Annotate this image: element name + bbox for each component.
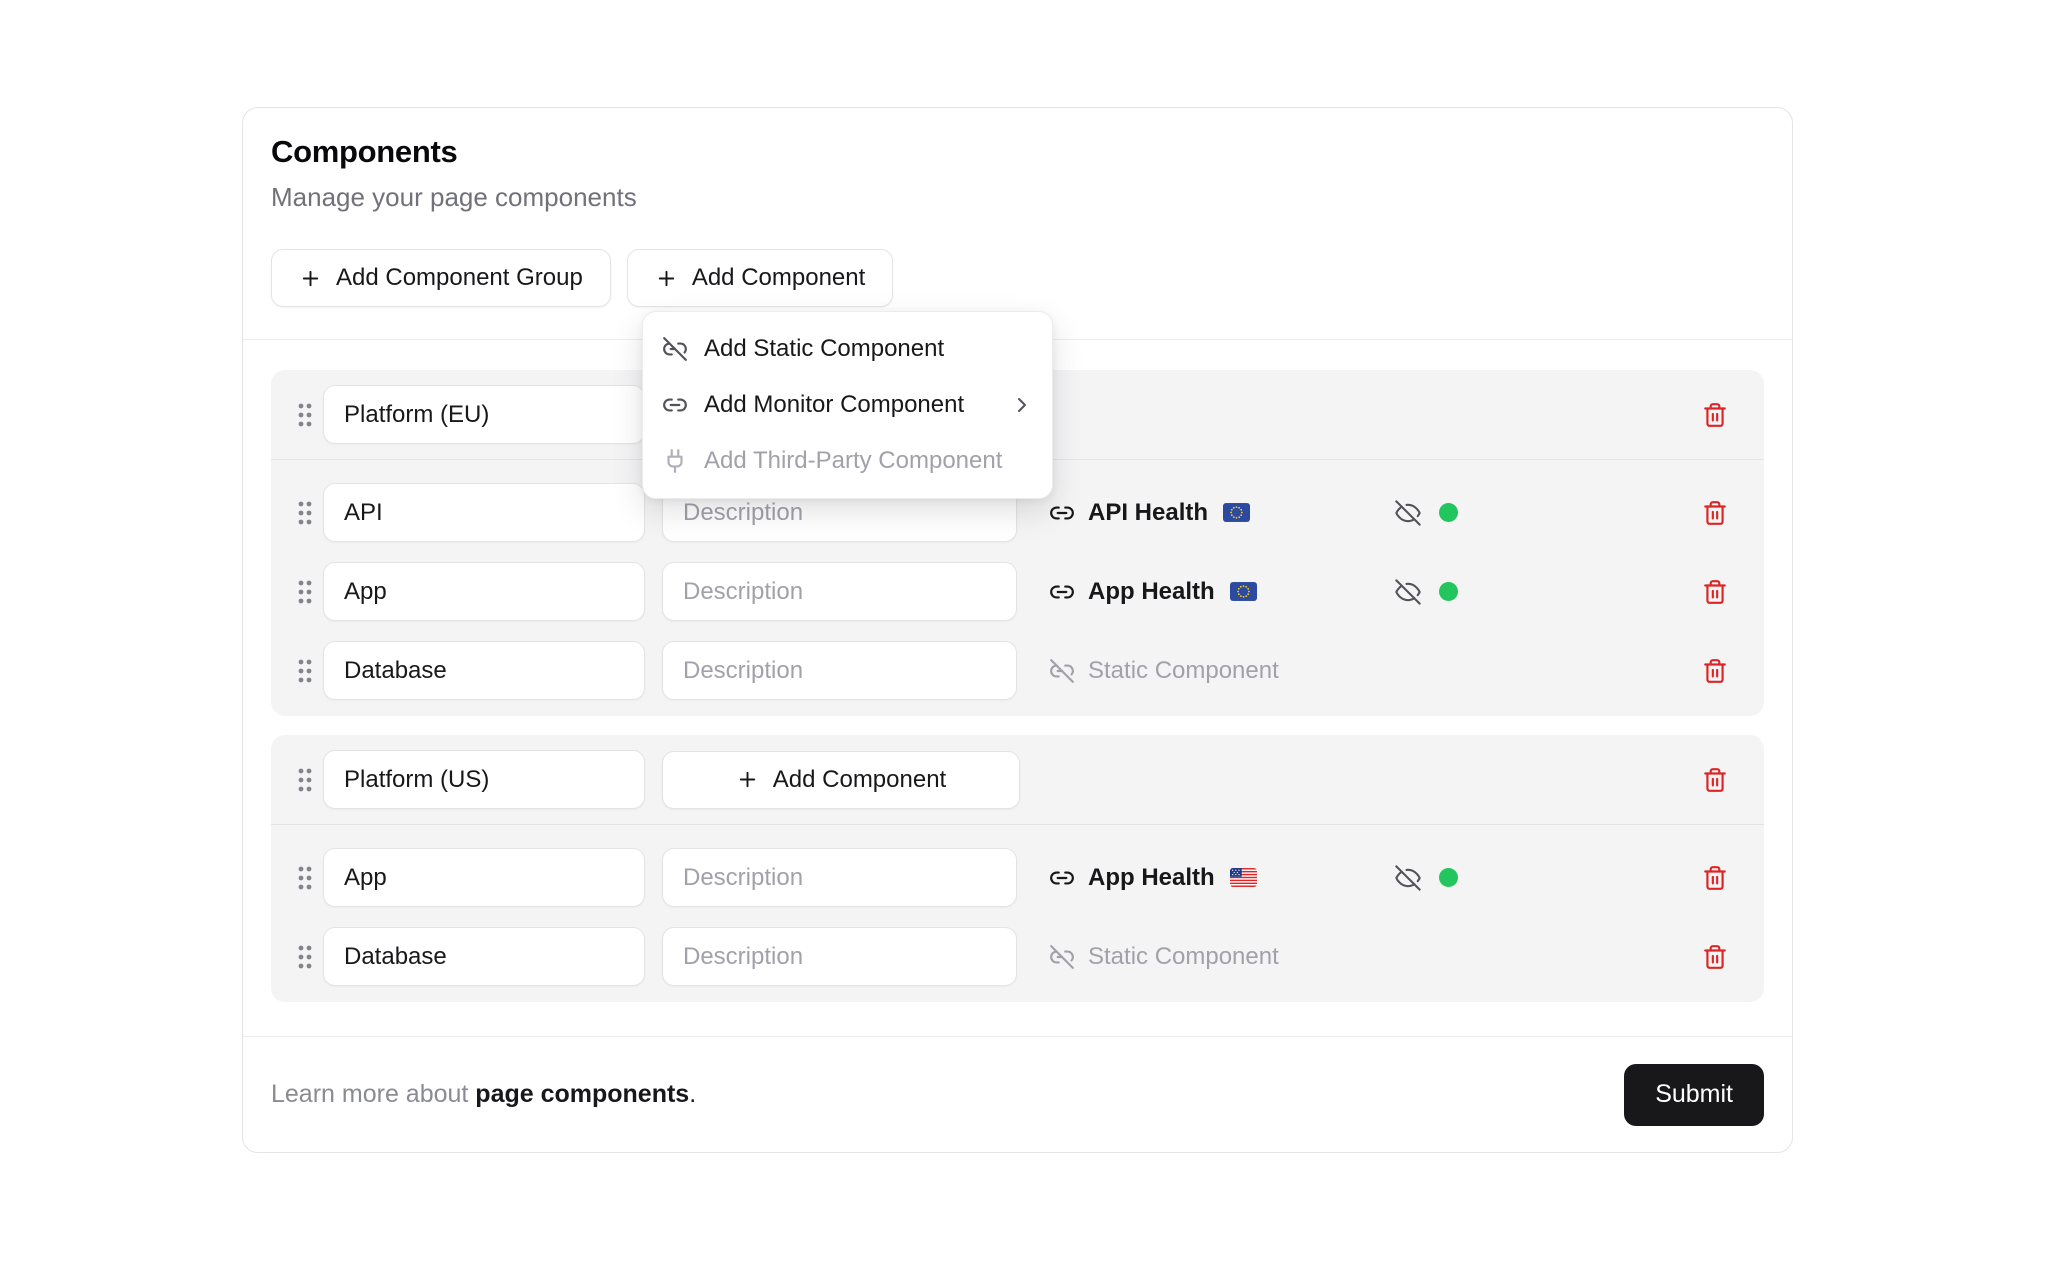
group-name-input[interactable]: [323, 750, 645, 809]
components-card: Components Manage your page components A…: [242, 107, 1793, 1153]
component-group: Add Component App Health: [271, 735, 1764, 1002]
monitor-label: API Health: [1088, 499, 1208, 527]
drag-handle-icon[interactable]: [295, 864, 315, 892]
trash-icon: [1702, 500, 1728, 526]
component-name-input[interactable]: [323, 641, 645, 700]
trash-icon: [1702, 767, 1728, 793]
drag-handle-icon[interactable]: [295, 943, 315, 971]
status-dot: [1439, 582, 1458, 601]
static-component-cell: Static Component: [1049, 943, 1394, 971]
drag-handle-icon[interactable]: [295, 766, 315, 794]
static-component-label: Static Component: [1088, 943, 1279, 971]
add-component-group-label: Add Component Group: [336, 264, 583, 292]
status-dot: [1439, 503, 1458, 522]
page-components-link[interactable]: page components: [475, 1080, 689, 1108]
component-name-input[interactable]: [323, 562, 645, 621]
plus-icon: [655, 267, 678, 290]
trash-icon: [1702, 944, 1728, 970]
add-component-button[interactable]: Add Component: [627, 249, 893, 307]
static-component-cell: Static Component: [1049, 657, 1394, 685]
monitor-link-cell: App Health: [1049, 578, 1394, 606]
monitor-link-cell: API Health: [1049, 499, 1394, 527]
component-row: Static Component: [295, 641, 1740, 700]
delete-component-button[interactable]: [1702, 863, 1728, 893]
group-add-component-label: Add Component: [773, 766, 946, 794]
plus-icon: [299, 267, 322, 290]
component-name-input[interactable]: [323, 483, 645, 542]
eu-flag-icon: [1230, 582, 1257, 601]
trash-icon: [1702, 579, 1728, 605]
status-dot: [1439, 868, 1458, 887]
component-description-input[interactable]: [662, 641, 1017, 700]
visibility-cell: [1394, 578, 1458, 606]
unlink-icon: [662, 336, 688, 362]
delete-component-button[interactable]: [1702, 656, 1728, 686]
unlink-icon: [1049, 658, 1075, 684]
toolbar: Add Component Group Add Component: [271, 249, 1764, 307]
group-add-component-button[interactable]: Add Component: [662, 751, 1020, 809]
component-description-input[interactable]: [662, 927, 1017, 986]
trash-icon: [1702, 658, 1728, 684]
link-icon: [1049, 500, 1075, 526]
learn-more-prefix: Learn more about: [271, 1080, 475, 1108]
submit-button[interactable]: Submit: [1624, 1064, 1764, 1126]
plus-icon: [736, 768, 759, 791]
unlink-icon: [1049, 944, 1075, 970]
link-icon: [662, 392, 688, 418]
component-row: App Health: [295, 562, 1740, 621]
group-rows: App Health: [271, 825, 1764, 1002]
link-icon: [1049, 865, 1075, 891]
eye-off-icon[interactable]: [1394, 499, 1422, 527]
eye-off-icon[interactable]: [1394, 578, 1422, 606]
monitor-label: App Health: [1088, 864, 1215, 892]
visibility-cell: [1394, 864, 1458, 892]
monitor-link-cell: App Health: [1049, 864, 1394, 892]
component-name-input[interactable]: [323, 848, 645, 907]
delete-component-button[interactable]: [1702, 577, 1728, 607]
chevron-right-icon: [1010, 393, 1034, 417]
menu-item-label: Add Monitor Component: [704, 391, 964, 419]
eu-flag-icon: [1223, 503, 1250, 522]
component-description-input[interactable]: [662, 562, 1017, 621]
us-flag-icon: [1230, 868, 1257, 887]
visibility-cell: [1394, 499, 1458, 527]
group-header: Add Component: [271, 735, 1764, 824]
trash-icon: [1702, 402, 1728, 428]
menu-item-add-monitor-component[interactable]: Add Monitor Component: [643, 377, 1052, 433]
delete-group-button[interactable]: [1702, 765, 1728, 795]
component-name-input[interactable]: [323, 927, 645, 986]
menu-item-label: Add Third-Party Component: [704, 447, 1002, 475]
add-component-group-button[interactable]: Add Component Group: [271, 249, 611, 307]
plug-icon: [662, 448, 688, 474]
learn-more-suffix: .: [689, 1080, 696, 1108]
component-row: Static Component: [295, 927, 1740, 986]
add-component-menu: Add Static Component Add Monitor Compone…: [642, 311, 1053, 499]
card-footer: Learn more about page components. Submit: [243, 1036, 1792, 1152]
component-description-input[interactable]: [662, 848, 1017, 907]
link-icon: [1049, 579, 1075, 605]
add-component-label: Add Component: [692, 264, 865, 292]
drag-handle-icon[interactable]: [295, 657, 315, 685]
group-name-input[interactable]: [323, 385, 645, 444]
component-row: App Health: [295, 848, 1740, 907]
drag-handle-icon[interactable]: [295, 578, 315, 606]
monitor-label: App Health: [1088, 578, 1215, 606]
page-title: Components: [271, 134, 1764, 170]
delete-component-button[interactable]: [1702, 942, 1728, 972]
page-subtitle: Manage your page components: [271, 182, 1764, 213]
menu-item-add-third-party-component: Add Third-Party Component: [643, 433, 1052, 489]
delete-component-button[interactable]: [1702, 498, 1728, 528]
learn-more-text: Learn more about page components.: [271, 1080, 696, 1109]
menu-item-add-static-component[interactable]: Add Static Component: [643, 321, 1052, 377]
drag-handle-icon[interactable]: [295, 499, 315, 527]
menu-item-label: Add Static Component: [704, 335, 944, 363]
delete-group-button[interactable]: [1702, 400, 1728, 430]
card-header: Components Manage your page components A…: [243, 108, 1792, 307]
static-component-label: Static Component: [1088, 657, 1279, 685]
trash-icon: [1702, 865, 1728, 891]
drag-handle-icon[interactable]: [295, 401, 315, 429]
eye-off-icon[interactable]: [1394, 864, 1422, 892]
